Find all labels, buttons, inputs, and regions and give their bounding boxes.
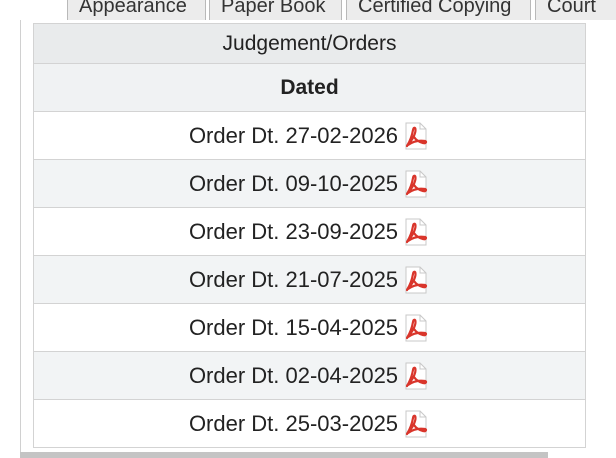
pdf-icon[interactable] (400, 121, 430, 151)
order-label: Order Dt. 21-07-2025 (188, 266, 399, 292)
tab-appearance-label: Appearance (79, 0, 187, 17)
table-row: Order Dt. 21-07-2025 (33, 255, 586, 304)
order-label: Order Dt. 09-10-2025 (188, 170, 399, 196)
pdf-icon[interactable] (400, 409, 430, 439)
table-row: Order Dt. 09-10-2025 (33, 159, 586, 208)
table-row: Order Dt. 02-04-2025 (33, 351, 586, 400)
table-row: Order Dt. 15-04-2025 (33, 303, 586, 352)
pdf-icon[interactable] (400, 265, 430, 295)
order-label: Order Dt. 15-04-2025 (188, 314, 399, 340)
order-cell: Order Dt. 27-02-2026 (33, 111, 586, 160)
pdf-icon[interactable] (400, 217, 430, 247)
order-rows: Order Dt. 27-02-2026 Order Dt. 09-10-2025… (33, 111, 586, 448)
pdf-icon[interactable] (400, 169, 430, 199)
table-row: Order Dt. 27-02-2026 (33, 111, 586, 160)
table-row: Order Dt. 23-09-2025 (33, 207, 586, 256)
order-cell: Order Dt. 15-04-2025 (33, 303, 586, 352)
order-cell: Order Dt. 09-10-2025 (33, 159, 586, 208)
order-cell: Order Dt. 25-03-2025 (33, 399, 586, 448)
tab-court-label: Court (547, 0, 596, 17)
pdf-icon[interactable] (400, 313, 430, 343)
horizontal-scrollbar[interactable] (20, 452, 548, 458)
order-cell: Order Dt. 02-04-2025 (33, 351, 586, 400)
order-cell: Order Dt. 21-07-2025 (33, 255, 586, 304)
pdf-icon[interactable] (400, 361, 430, 391)
table-header-row: Dated (33, 63, 586, 112)
section-title: Judgement/Orders (33, 23, 586, 64)
order-label: Order Dt. 23-09-2025 (188, 218, 399, 244)
order-cell: Order Dt. 23-09-2025 (33, 207, 586, 256)
order-label: Order Dt. 02-04-2025 (188, 362, 399, 388)
table-title-row: Judgement/Orders (33, 23, 586, 64)
column-header-dated: Dated (33, 63, 586, 112)
tab-certified-copying-label: Certified Copying (358, 0, 512, 17)
table-row: Order Dt. 25-03-2025 (33, 399, 586, 448)
tab-paper-book-label: Paper Book (221, 0, 326, 17)
order-label: Order Dt. 25-03-2025 (188, 410, 399, 436)
judgement-orders-table: Judgement/Orders Dated Order Dt. 27-02-2… (33, 23, 586, 448)
order-label: Order Dt. 27-02-2026 (188, 122, 399, 148)
